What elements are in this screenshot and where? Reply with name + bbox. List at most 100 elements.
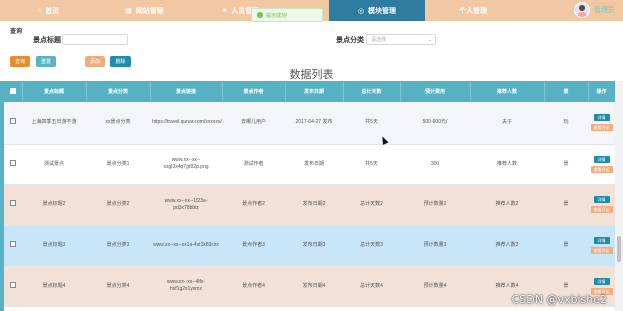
cell: 共5天 <box>343 144 400 185</box>
cell: 景点标题2 <box>22 184 86 226</box>
scrollbar-thumb[interactable] <box>617 236 621 262</box>
check-circle-icon: ✓ <box>257 12 263 18</box>
table-row: 景点标题3 景点分类3 www.xx--xx--xx1a-4xt1k83cxx … <box>4 225 615 267</box>
cell: 去哪儿用户 <box>222 102 285 145</box>
cell: 发布日期2 <box>285 184 343 226</box>
row-actions: 详情 查看评论 <box>590 155 613 173</box>
column-header: 总计天数 <box>343 81 401 102</box>
cell: 发布日期3 <box>285 225 343 267</box>
cell: 景点作者4 <box>222 266 285 307</box>
avatar[interactable] <box>574 2 590 18</box>
search-crumb: 查询 <box>10 29 23 35</box>
success-toast: ✓ 提示成功! <box>251 8 323 22</box>
cell: 预计数量3 <box>400 225 470 267</box>
nav-item-home[interactable]: ⌂ 首页 <box>0 0 96 21</box>
nav-item-label: 首页 <box>45 7 60 15</box>
person-icon: ● <box>222 7 228 14</box>
column-header: 景点分类 <box>86 81 151 102</box>
toast-text: 提示成功! <box>266 12 288 19</box>
cell: 总计天数4 <box>343 266 400 307</box>
nav-item-label: 网站管理 <box>135 7 164 15</box>
column-header: 预计费用 <box>400 81 471 102</box>
cell: 景点分类4 <box>86 266 150 307</box>
column-header: 景点标题 <box>22 81 87 102</box>
cell: 预计数量4 <box>400 266 470 307</box>
title-input[interactable] <box>62 34 128 45</box>
page: ⌂ 首页 ▦ 网站管理 ● 人员管理 ◎ 模块管理 个人管理 管理员 ✓ 提示成… <box>0 0 623 311</box>
cell: 景点分类3 <box>86 225 150 267</box>
nav-item-module[interactable]: ◎ 模块管理 <box>329 0 425 21</box>
view-comments-button[interactable]: 查看评论 <box>590 165 613 173</box>
cell: 景点作者3 <box>222 225 285 267</box>
chevron-down-icon: ⌄ <box>427 37 432 43</box>
cell: 景 <box>544 184 588 226</box>
home-icon: ⌂ <box>36 7 42 14</box>
cell: 预计数量2 <box>400 184 470 226</box>
cell: 景点标题4 <box>22 266 86 307</box>
column-header: 景 <box>544 81 589 102</box>
table-row: 上海四季五日游不游 xx景点分类 https://travel.qunar.co… <box>4 102 615 145</box>
cell: www.xx--xx--1f23a-pd3x78bbiz <box>150 184 222 226</box>
row-actions: 详情 查看评论 <box>590 196 613 213</box>
column-header: 推荐人数 <box>470 81 545 102</box>
cell: 推荐人数3 <box>470 225 544 267</box>
watermark: CSDN @vxbishe2 <box>511 293 607 306</box>
column-header: 景点链接 <box>150 81 223 102</box>
cell: 测试景点 <box>22 144 86 185</box>
select-all-checkbox[interactable] <box>9 87 16 94</box>
table-header-row: 景点标题 景点分类 景点链接 景点作者 发布日期 总计天数 预计费用 推荐人数 … <box>4 81 616 102</box>
cell: https://travel.qunar.com/xxxxxx/xxx15281 <box>150 102 222 145</box>
detail-button[interactable]: 详情 <box>593 237 610 244</box>
detail-button[interactable]: 详情 <box>593 155 610 163</box>
view-comments-button[interactable]: 查看评论 <box>590 206 613 213</box>
category-select[interactable]: 请选择 ⌄ <box>366 34 436 45</box>
select-all-cell[interactable] <box>4 81 23 102</box>
cell: 测试作者 <box>222 144 285 185</box>
cell: www.xx--xx--xx1a-4xt1k83cxx <box>150 225 222 267</box>
view-comments-button[interactable]: 查看评论 <box>590 124 613 132</box>
cell: 总计天数3 <box>343 225 400 267</box>
category-placeholder: 请选择 <box>371 37 387 43</box>
cell: 总计天数2 <box>343 184 400 226</box>
row-checkbox[interactable] <box>10 200 16 206</box>
row-actions: 详情 查看评论 <box>590 277 613 295</box>
cell: www.xx--xx--xxgl3x4q7gr82p.png <box>150 144 222 185</box>
cell: 300 <box>400 144 470 185</box>
nav-item-label: 个人管理 <box>459 7 487 15</box>
data-table: 景点标题 景点分类 景点链接 景点作者 发布日期 总计天数 预计费用 推荐人数 … <box>4 81 616 307</box>
cell: 推荐人数2 <box>470 184 544 226</box>
detail-button[interactable]: 详情 <box>593 277 610 285</box>
user-menu[interactable]: 管理员 <box>574 2 615 18</box>
cell: 夫子 <box>470 102 544 145</box>
detail-button[interactable]: 详情 <box>593 114 610 122</box>
row-actions: 详情 查看评论 <box>590 237 613 254</box>
cell: xx景点分类 <box>86 102 150 145</box>
cell: 共5天 <box>343 102 400 145</box>
row-checkbox[interactable] <box>10 281 16 288</box>
view-comments-button[interactable]: 查看评论 <box>590 247 613 254</box>
nav-item-personal[interactable]: 个人管理 <box>425 0 521 21</box>
title-label: 景点标题 <box>33 37 61 44</box>
nav-item-label: 模块管理 <box>368 7 397 15</box>
cell: 推荐人数 <box>470 144 544 185</box>
nav-item-site[interactable]: ▦ 网站管理 <box>96 0 193 21</box>
cell: www.xx--xx--4lfx-hsf1g2s1yxmx <box>150 266 222 307</box>
cell: 2017-04-27 发布 <box>285 102 343 145</box>
cell: 景点作者2 <box>222 184 285 226</box>
user-name[interactable]: 管理员 <box>594 5 615 15</box>
grid-icon: ▦ <box>125 7 132 15</box>
row-checkbox[interactable] <box>10 118 16 125</box>
detail-button[interactable]: 详情 <box>593 196 610 203</box>
cell: 景 <box>544 144 588 185</box>
vertical-scrollbar[interactable] <box>615 81 623 311</box>
cell: 500-600元/ <box>400 102 470 145</box>
row-checkbox[interactable] <box>10 241 16 247</box>
row-checkbox[interactable] <box>10 159 16 166</box>
table-row: 测试景点 景点分类1 www.xx--xx--xxgl3x4q7gr82p.pn… <box>4 144 615 185</box>
cell: 景 <box>544 225 588 267</box>
column-header: 发布日期 <box>285 81 344 102</box>
module-icon: ◎ <box>357 7 365 15</box>
list-title: 数据列表 <box>289 69 334 81</box>
cell: 景点标题3 <box>22 225 86 267</box>
cell: 发布日期 <box>285 144 343 185</box>
